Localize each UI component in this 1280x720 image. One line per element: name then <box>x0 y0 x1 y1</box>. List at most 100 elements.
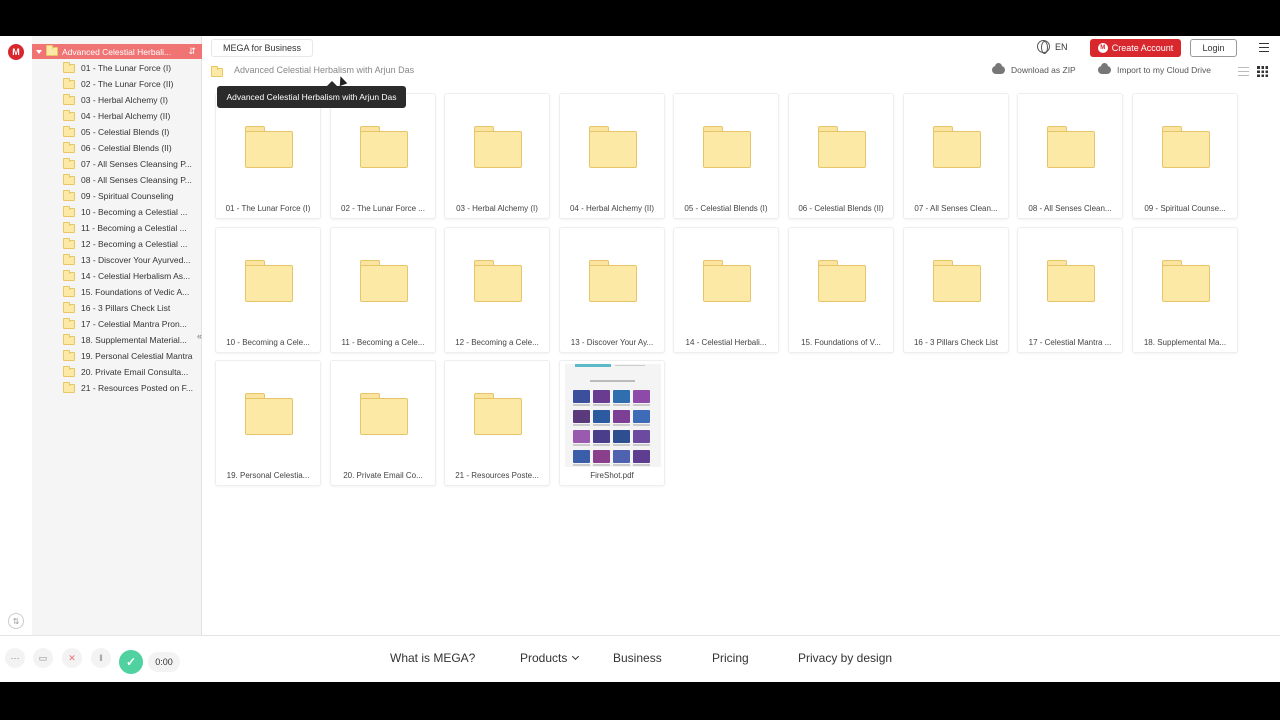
grid-view-icon[interactable] <box>1257 66 1268 77</box>
footer-link-privacy[interactable]: Privacy by design <box>798 651 892 665</box>
folder-card[interactable]: 04 - Herbal Alchemy (II) <box>559 93 665 219</box>
mega-for-business-tab[interactable]: MEGA for Business <box>211 39 314 57</box>
cloud-upload-icon <box>1098 63 1111 74</box>
tree-item[interactable]: 19. Personal Celestial Mantra <box>63 348 198 364</box>
tree-item[interactable]: 07 - All Senses Cleansing P... <box>63 156 198 172</box>
folder-icon <box>63 301 75 313</box>
folder-card[interactable]: 09 - Spiritual Counse... <box>1132 93 1238 219</box>
card-label: 09 - Spiritual Counse... <box>1144 204 1226 213</box>
folder-icon <box>63 205 75 217</box>
chevron-down-icon <box>572 652 580 661</box>
tree-item-label: 07 - All Senses Cleansing P... <box>81 159 192 169</box>
folder-card[interactable]: 16 - 3 Pillars Check List <box>903 227 1009 353</box>
more-options-icon[interactable]: ⋯ <box>5 648 25 668</box>
folder-icon <box>63 189 75 201</box>
footer: ⋯ ▭ ✕ ‖ ✓ 0:00 What is MEGA? Products Bu… <box>0 635 1280 682</box>
tree-item[interactable]: 01 - The Lunar Force (I) <box>63 60 198 76</box>
folder-icon <box>63 157 75 169</box>
tree-item[interactable]: 10 - Becoming a Celestial ... <box>63 204 198 220</box>
folder-card[interactable]: 14 - Celestial Herbali... <box>673 227 779 353</box>
folder-card[interactable]: 08 - All Senses Clean... <box>1017 93 1123 219</box>
tree-item[interactable]: 08 - All Senses Cleansing P... <box>63 172 198 188</box>
folder-card[interactable]: 03 - Herbal Alchemy (I) <box>444 93 550 219</box>
folder-card[interactable]: 21 - Resources Poste... <box>444 360 550 486</box>
transfer-icon[interactable]: ⇅ <box>8 613 24 629</box>
card-label: 14 - Celestial Herbali... <box>685 338 767 347</box>
folder-icon <box>63 125 75 137</box>
folder-icon <box>63 381 75 393</box>
tree-item-label: 18. Supplemental Material... <box>81 335 187 345</box>
folder-card[interactable]: 10 - Becoming a Cele... <box>215 227 321 353</box>
tree-item[interactable]: 12 - Becoming a Celestial ... <box>63 236 198 252</box>
tree-item[interactable]: 11 - Becoming a Celestial ... <box>63 220 198 236</box>
folder-card[interactable]: 20. Private Email Co... <box>330 360 436 486</box>
collapse-sidebar-icon[interactable]: « <box>197 331 202 341</box>
folder-card[interactable]: 17 - Celestial Mantra ... <box>1017 227 1123 353</box>
tree-item[interactable]: 04 - Herbal Alchemy (II) <box>63 108 198 124</box>
camera-icon[interactable]: ▭ <box>33 648 53 668</box>
folder-card[interactable]: 01 - The Lunar Force (I) <box>215 93 321 219</box>
folder-card[interactable]: 12 - Becoming a Cele... <box>444 227 550 353</box>
language-selector[interactable]: EN <box>1037 40 1068 54</box>
mega-app: M ⇅ Advanced Celestial Herbali... ⇵ 01 -… <box>0 36 1280 682</box>
tree-item[interactable]: 18. Supplemental Material... <box>63 332 198 348</box>
folder-card[interactable]: 15. Foundations of V... <box>788 227 894 353</box>
folder-icon <box>63 333 75 345</box>
folder-icon <box>245 260 293 302</box>
folder-card[interactable]: 11 - Becoming a Cele... <box>330 227 436 353</box>
tree-item[interactable]: 17 - Celestial Mantra Pron... <box>63 316 198 332</box>
folder-card[interactable]: 05 - Celestial Blends (I) <box>673 93 779 219</box>
pause-icon[interactable]: ‖ <box>91 648 111 668</box>
card-label: 01 - The Lunar Force (I) <box>225 204 311 213</box>
folder-icon <box>245 126 293 168</box>
card-label: 06 - Celestial Blends (II) <box>798 204 884 213</box>
folder-card[interactable]: 02 - The Lunar Force ... <box>330 93 436 219</box>
folder-card[interactable]: 06 - Celestial Blends (II) <box>788 93 894 219</box>
login-button[interactable]: Login <box>1190 39 1237 57</box>
tree-root-item[interactable]: Advanced Celestial Herbali... ⇵ <box>32 44 202 59</box>
breadcrumb[interactable]: Advanced Celestial Herbalism with Arjun … <box>234 65 414 75</box>
folder-icon <box>1047 260 1095 302</box>
folder-icon <box>1162 126 1210 168</box>
folder-card[interactable]: 13 - Discover Your Ay... <box>559 227 665 353</box>
folder-icon <box>474 393 522 435</box>
tree-item[interactable]: 05 - Celestial Blends (I) <box>63 124 198 140</box>
folder-card[interactable]: 18. Supplemental Ma... <box>1132 227 1238 353</box>
footer-link-products[interactable]: Products <box>520 651 580 665</box>
pdf-file-card[interactable]: FireShot.pdf <box>559 360 665 486</box>
tree-item[interactable]: 03 - Herbal Alchemy (I) <box>63 92 198 108</box>
folder-card[interactable]: 07 - All Senses Clean... <box>903 93 1009 219</box>
hamburger-menu-icon[interactable] <box>1259 43 1269 52</box>
tree-item[interactable]: 06 - Celestial Blends (II) <box>63 140 198 156</box>
tree-item[interactable]: 16 - 3 Pillars Check List <box>63 300 198 316</box>
tree-item-label: 16 - 3 Pillars Check List <box>81 303 171 313</box>
create-account-button[interactable]: M Create Account <box>1090 39 1181 57</box>
download-zip-button[interactable]: Download as ZIP <box>992 63 1076 75</box>
footer-link-pricing[interactable]: Pricing <box>712 651 749 665</box>
finish-recording-icon[interactable]: ✓ <box>119 650 143 674</box>
folder-icon <box>46 45 58 56</box>
tree-item[interactable]: 02 - The Lunar Force (II) <box>63 76 198 92</box>
tree-item[interactable]: 14 - Celestial Herbalism As... <box>63 268 198 284</box>
folder-icon <box>1047 126 1095 168</box>
footer-link-business[interactable]: Business <box>613 651 662 665</box>
folder-card[interactable]: 19. Personal Celestia... <box>215 360 321 486</box>
caret-down-icon[interactable] <box>36 49 42 54</box>
tree-item[interactable]: 21 - Resources Posted on F... <box>63 380 198 396</box>
sort-icon[interactable]: ⇵ <box>188 46 196 57</box>
tree-item-label: 14 - Celestial Herbalism As... <box>81 271 191 281</box>
tree-item[interactable]: 13 - Discover Your Ayurved... <box>63 252 198 268</box>
tree-item[interactable]: 20. Private Email Consulta... <box>63 364 198 380</box>
footer-link-what-is-mega[interactable]: What is MEGA? <box>390 651 475 665</box>
cancel-recording-icon[interactable]: ✕ <box>62 648 82 668</box>
folder-icon <box>63 269 75 281</box>
import-cloud-drive-button[interactable]: Import to my Cloud Drive <box>1098 63 1211 75</box>
tree-item[interactable]: 09 - Spiritual Counseling <box>63 188 198 204</box>
list-view-icon[interactable] <box>1238 67 1249 76</box>
card-label: FireShot.pdf <box>590 471 634 480</box>
card-label: 02 - The Lunar Force ... <box>341 204 425 213</box>
card-label: 21 - Resources Poste... <box>455 471 539 480</box>
import-label: Import to my Cloud Drive <box>1117 65 1211 75</box>
mega-logo-icon[interactable]: M <box>8 44 24 60</box>
tree-item[interactable]: 15. Foundations of Vedic A... <box>63 284 198 300</box>
